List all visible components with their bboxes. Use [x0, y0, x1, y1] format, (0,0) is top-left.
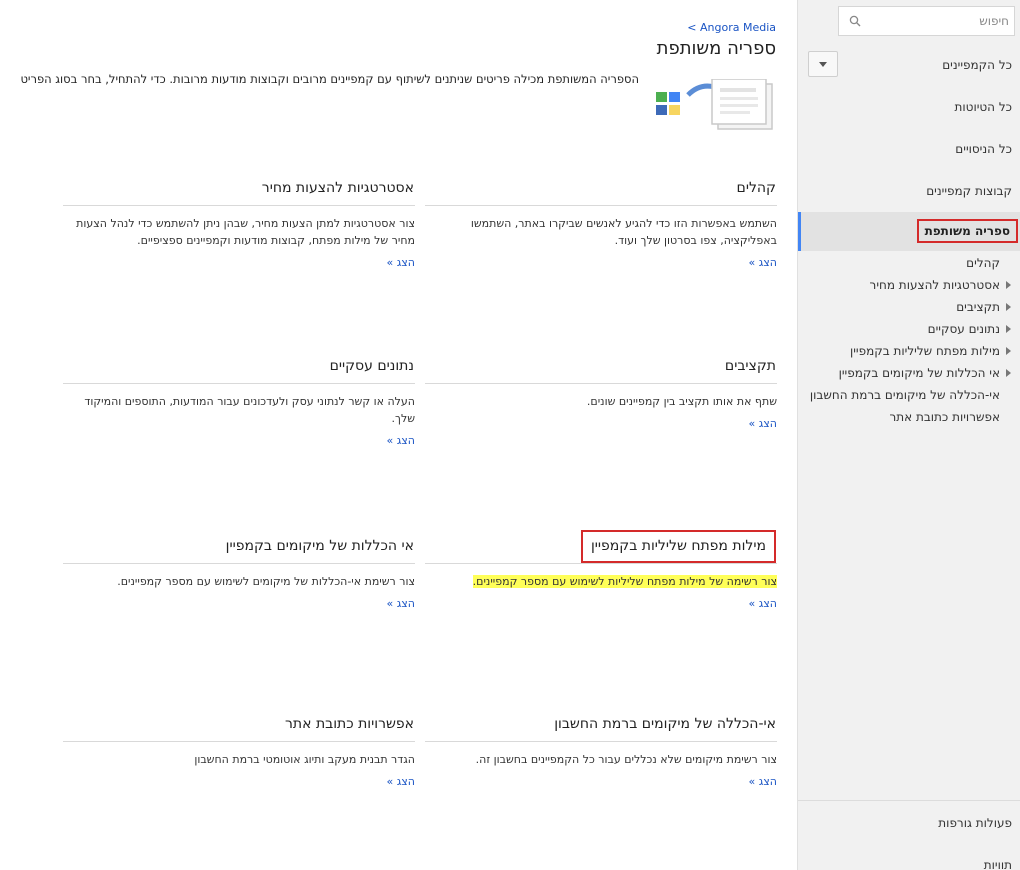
- negative-keywords-title-highlight-box[interactable]: מילות מפתח שליליות בקמפיין: [580, 530, 776, 563]
- card-account-exclusions: אי-הכללה של מיקומים ברמת החשבון צור רשימ…: [425, 713, 777, 789]
- sidebar: כל הקמפיינים כל הטיוטות כל הניסויים קבוצ…: [797, 0, 1020, 870]
- view-link[interactable]: הצג »: [387, 256, 415, 269]
- view-link[interactable]: הצג »: [387, 775, 415, 788]
- sub-item-bid-strategies[interactable]: אסטרטגיות להצעות מחיר: [870, 278, 1000, 292]
- view-link[interactable]: הצג »: [749, 417, 777, 430]
- expand-arrow-icon[interactable]: [1006, 303, 1011, 311]
- nav-all-drafts[interactable]: כל הטיוטות: [812, 100, 1013, 114]
- sidebar-divider: [798, 800, 1020, 801]
- card-placement-exclusions: אי הכללות של מיקומים בקמפיין צור רשימת א…: [63, 535, 415, 611]
- card-title: אפשרויות כתובת אתר: [63, 713, 415, 742]
- sub-item-audiences[interactable]: קהלים: [966, 256, 1000, 270]
- search-icon[interactable]: [849, 15, 861, 27]
- card-title: אסטרטגיות להצעות מחיר: [63, 177, 415, 206]
- view-link[interactable]: הצג »: [749, 256, 777, 269]
- sub-item-account-exclusions[interactable]: אי-הכללה של מיקומים ברמת החשבון: [810, 388, 1000, 402]
- card-description: השתמש באפשרות הזו כדי להגיע לאנשים שביקר…: [470, 217, 777, 247]
- card-negative-keywords: מילות מפתח שליליות בקמפיין צור רשימה של …: [425, 530, 777, 611]
- card-description: צור רשימת מיקומים שלא נכללים עבור כל הקמ…: [475, 753, 777, 766]
- sub-item-url-options[interactable]: אפשרויות כתובת אתר: [889, 410, 1000, 424]
- view-link[interactable]: הצג »: [749, 775, 777, 788]
- expand-arrow-icon[interactable]: [1006, 281, 1011, 289]
- card-description: צור אסטרטגיות למתן הצעות מחיר, שבהן ניתן…: [76, 217, 415, 247]
- card-title: קהלים: [425, 177, 777, 206]
- nav-labels[interactable]: תוויות: [812, 858, 1012, 870]
- expand-arrow-icon[interactable]: [1006, 369, 1011, 377]
- view-link[interactable]: הצג »: [749, 597, 777, 610]
- search-box[interactable]: [838, 6, 1015, 36]
- card-title: תקציבים: [425, 355, 777, 384]
- card-description: צור רשימה של מילות מפתח שליליות לשימוש ע…: [425, 573, 777, 590]
- view-link[interactable]: הצג »: [387, 434, 415, 447]
- expand-arrow-icon[interactable]: [1006, 325, 1011, 333]
- expand-arrow-icon[interactable]: [1006, 347, 1011, 355]
- nav-all-campaigns[interactable]: כל הקמפיינים: [812, 58, 1012, 72]
- nav-all-experiments[interactable]: כל הניסויים: [812, 142, 1012, 156]
- card-budgets: תקציבים שתף את אותו תקציב בין קמפיינים ש…: [425, 355, 777, 431]
- campaigns-dropdown-button[interactable]: [808, 51, 838, 77]
- search-input[interactable]: [865, 7, 1013, 35]
- nav-campaign-groups[interactable]: קבוצות קמפיינים: [812, 184, 1012, 198]
- card-title: אי הכללות של מיקומים בקמפיין: [63, 535, 415, 564]
- card-title: נתונים עסקיים: [63, 355, 415, 384]
- card-url-options: אפשרויות כתובת אתר הגדר תבנית מעקב ותיוג…: [63, 713, 415, 789]
- breadcrumb[interactable]: < Angora Media: [687, 21, 776, 34]
- card-title: אי-הכללה של מיקומים ברמת החשבון: [425, 713, 777, 742]
- card-bid-strategies: אסטרטגיות להצעות מחיר צור אסטרטגיות למתן…: [63, 177, 415, 270]
- page-description: הספריה המשותפת מכילה פריטים שניתנים לשית…: [20, 72, 639, 86]
- view-link[interactable]: הצג »: [387, 597, 415, 610]
- sub-item-placement-exclusions[interactable]: אי הכללות של מיקומים בקמפיין: [839, 366, 1000, 380]
- nav-shared-library[interactable]: ספריה משותפת: [916, 219, 1018, 243]
- card-description: שתף את אותו תקציב בין קמפיינים שונים.: [586, 395, 777, 408]
- page-title: ספריה משותפת: [656, 38, 776, 59]
- chevron-down-icon: [819, 62, 827, 67]
- sub-item-budgets[interactable]: תקציבים: [956, 300, 1000, 314]
- sub-item-business-data[interactable]: נתונים עסקיים: [928, 322, 1000, 336]
- highlighted-text: צור רשימה של מילות מפתח שליליות לשימוש ע…: [472, 575, 777, 588]
- card-description: הגדר תבנית מעקב ותיוג אוטומטי ברמת החשבו…: [194, 753, 415, 766]
- card-audiences: קהלים השתמש באפשרות הזו כדי להגיע לאנשים…: [425, 177, 777, 270]
- sub-item-negative-keywords[interactable]: מילות מפתח שליליות בקמפיין: [850, 344, 1000, 358]
- shared-library-illustration-icon: [656, 79, 773, 130]
- nav-bulk-operations[interactable]: פעולות גורפות: [812, 816, 1012, 830]
- card-title: מילות מפתח שליליות בקמפיין: [425, 530, 777, 564]
- card-description: צור רשימת אי-הכללות של מיקומים לשימוש עם…: [117, 575, 415, 588]
- card-business-data: נתונים עסקיים העלה או קשר לנתוני עסק ולע…: [63, 355, 415, 448]
- card-description: העלה או קשר לנתוני עסק ולעדכונים עבור המ…: [84, 395, 415, 425]
